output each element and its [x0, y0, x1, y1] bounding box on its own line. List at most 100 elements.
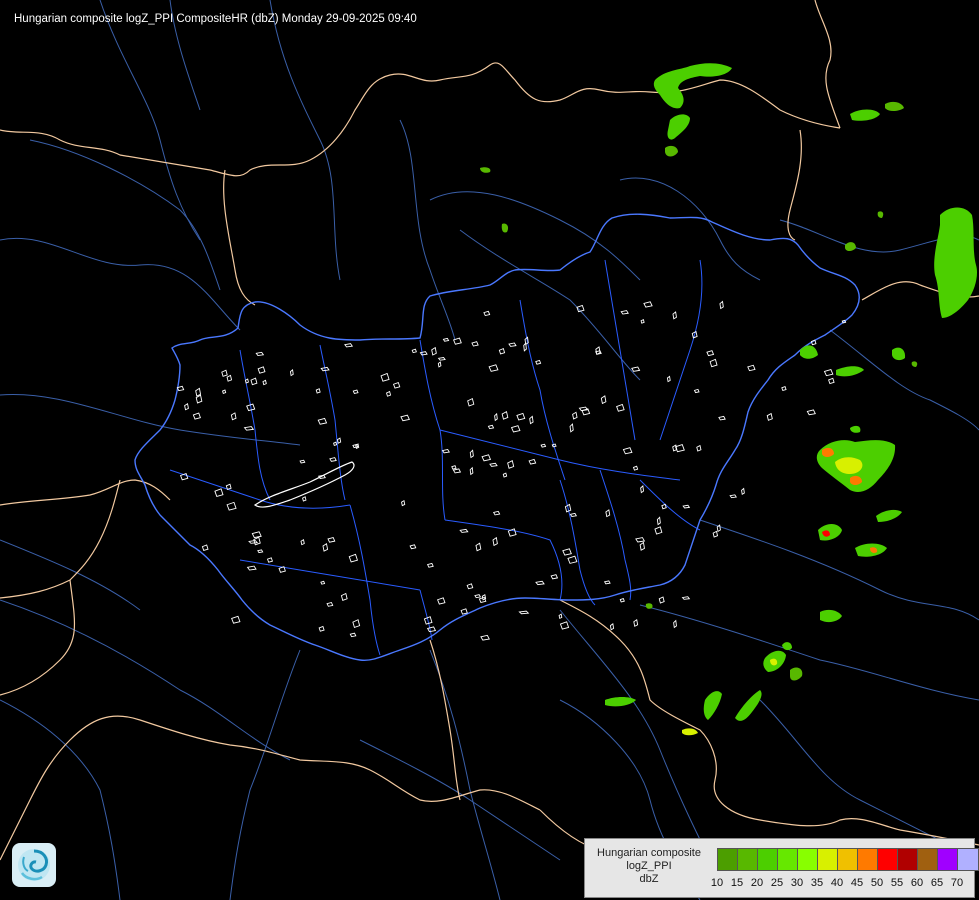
legend-swatch-70: [958, 849, 978, 870]
lake-outline: [810, 339, 817, 346]
legend-tick-15: 15: [730, 877, 744, 889]
lake-outline: [600, 395, 607, 405]
lake-outline: [501, 411, 509, 420]
lake-outline: [528, 458, 537, 465]
lake-outline: [516, 412, 526, 421]
lake-outline: [251, 531, 262, 539]
lake-outline: [828, 377, 835, 385]
lake-outline: [635, 537, 646, 543]
legend-tick-25: 25: [770, 877, 784, 889]
lake-outline: [619, 597, 625, 603]
lake-outline: [226, 374, 233, 382]
lake-outline: [559, 621, 570, 630]
legend-tick-55: 55: [890, 877, 904, 889]
lake-outline: [243, 426, 255, 431]
lake-outline: [639, 541, 645, 551]
lake-outline: [658, 596, 665, 604]
lake-outline: [488, 364, 499, 372]
lake-outline: [487, 424, 495, 430]
legend-swatch-40: [838, 849, 858, 870]
legend-label-line-3: dbZ: [639, 873, 659, 885]
legend-swatch-20: [758, 849, 778, 870]
lake-outline: [656, 516, 661, 526]
lake-outline: [489, 462, 498, 467]
lake-outline: [244, 378, 249, 384]
country-borders: [0, 0, 979, 861]
lake-outline: [401, 499, 406, 507]
lake-outline: [492, 510, 501, 516]
lake-outline: [741, 487, 745, 496]
lake-outline: [278, 566, 286, 573]
lake-outline: [318, 625, 325, 632]
legend-tick-45: 45: [850, 877, 864, 889]
lake-outline: [201, 544, 209, 551]
lake-outline: [475, 542, 482, 552]
legend-tick-10: 10: [710, 877, 724, 889]
lake-outline: [302, 496, 307, 502]
lake-outline: [540, 443, 547, 448]
lake-outline: [609, 623, 615, 631]
lake-outline: [222, 389, 227, 394]
lake-outline: [605, 509, 611, 518]
legend-tick-labels: 10 15 20 25 30 35 40 45 50 55 60 65 70: [707, 877, 975, 891]
lake-outline: [246, 565, 257, 571]
lake-outline: [352, 619, 361, 628]
lake-outline: [195, 387, 202, 397]
lake-outline: [315, 388, 321, 394]
lake-outline: [352, 389, 359, 394]
lake-outline: [706, 350, 715, 357]
lake-outline: [498, 348, 506, 355]
lake-outline: [535, 580, 545, 586]
lake-outline: [214, 488, 224, 497]
lake-outline: [719, 300, 724, 310]
lake-outline: [569, 512, 578, 517]
lake-outline: [747, 364, 756, 372]
lake-outline: [460, 608, 468, 615]
lake-outline: [654, 526, 663, 535]
legend-swatch-65: [938, 849, 958, 870]
radar-map[interactable]: [0, 0, 979, 900]
legend-label-line-2: logZ_PPI: [626, 860, 672, 872]
lake-outline: [494, 412, 498, 422]
lake-outline: [226, 501, 237, 511]
lake-outline: [411, 348, 417, 354]
legend-tick-65: 65: [930, 877, 944, 889]
lake-outline: [823, 369, 834, 377]
lake-outline: [661, 503, 667, 510]
lake-outline: [409, 544, 417, 550]
lake-outline: [469, 449, 474, 459]
lake-outline: [221, 369, 228, 377]
legend-swatch-55: [898, 849, 918, 870]
lake-outline: [492, 536, 498, 547]
lake-outline: [437, 361, 442, 368]
county-borders: [169, 259, 703, 656]
lake-outline: [437, 357, 446, 361]
reflectivity-legend: Hungarian composite logZ_PPI dbZ 10 15 20 2…: [584, 838, 979, 898]
lake-outline: [262, 379, 267, 386]
lake-outline: [459, 528, 469, 533]
lake-outline: [550, 574, 559, 580]
legend-swatch-15: [738, 849, 758, 870]
lake-outline: [572, 411, 578, 420]
lake-outline: [535, 359, 542, 365]
lake-outline: [320, 580, 326, 585]
lake-outline: [562, 548, 572, 556]
lake-outline: [640, 485, 645, 494]
met-service-swirl-icon: [12, 843, 56, 887]
lake-outline: [349, 632, 357, 638]
lake-outline: [329, 457, 337, 462]
map-title: Hungarian composite logZ_PPI CompositeHR…: [14, 13, 417, 25]
lake-outline: [729, 494, 737, 499]
lake-outline: [437, 597, 446, 605]
lake-outline: [257, 366, 266, 374]
lake-outline: [806, 409, 816, 416]
lake-outline: [336, 437, 342, 444]
lake-outline: [666, 375, 671, 383]
lake-outline: [569, 423, 574, 433]
lake-outline: [225, 483, 232, 491]
lake-outline: [474, 594, 482, 599]
lake-outline: [419, 351, 428, 356]
legend-swatch-35: [818, 849, 838, 870]
lake-outline: [322, 542, 329, 552]
lake-outline: [248, 540, 259, 544]
